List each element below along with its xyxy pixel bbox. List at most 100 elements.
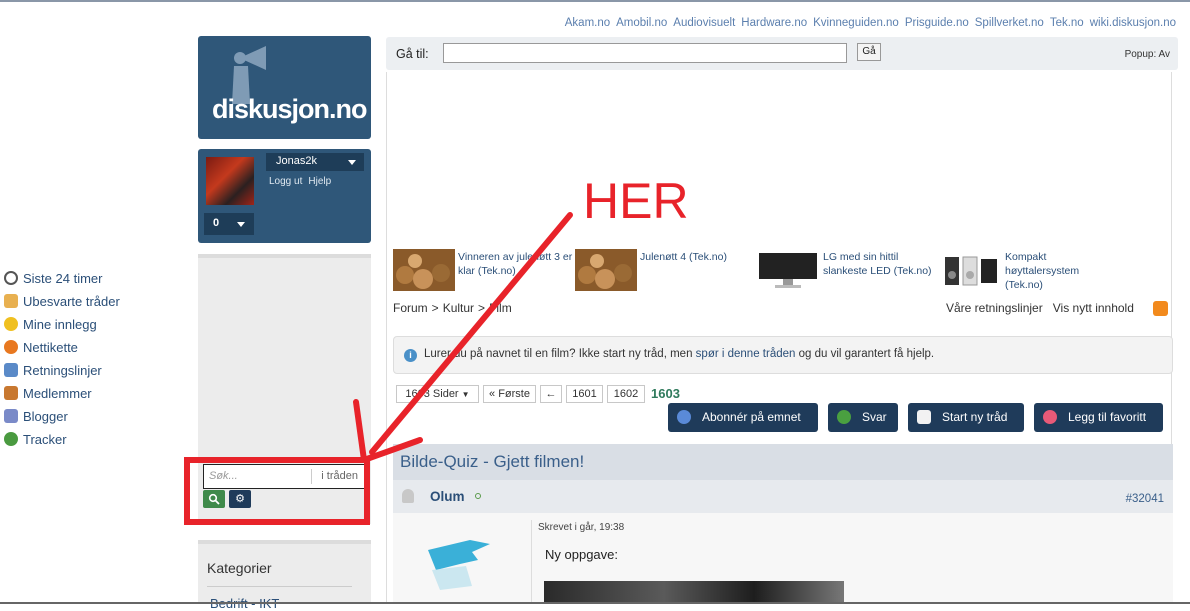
page-link[interactable]: 1602 <box>607 385 645 403</box>
blog-icon <box>4 409 18 423</box>
goto-label: Gå til: <box>396 47 429 61</box>
sidebar-item-retningslinjer[interactable]: Retningslinjer <box>4 360 102 380</box>
breadcrumb: Forum > Kultur > Film <box>393 301 516 315</box>
post-header: Olum #32041 <box>393 480 1173 513</box>
divider <box>531 520 532 604</box>
notification-dropdown[interactable]: 0 <box>204 213 254 235</box>
partner-link[interactable]: Kvinneguiden.no <box>813 17 899 29</box>
sidebar-item-label: Tracker <box>23 431 67 447</box>
breadcrumb-separator: > <box>431 301 439 315</box>
notice-link[interactable]: spør i denne tråden <box>696 348 796 360</box>
notice-text: Lurer du på navnet til en film? Ikke sta… <box>424 348 696 360</box>
rss-icon[interactable] <box>1153 301 1168 316</box>
first-page-button[interactable]: « Første <box>483 385 536 403</box>
partner-link[interactable]: Akam.no <box>565 17 610 29</box>
sidebar-item-blogger[interactable]: Blogger <box>4 406 68 426</box>
news-thumb-nuts[interactable] <box>575 249 637 291</box>
user-icon <box>402 489 414 503</box>
new-thread-label: Start ny tråd <box>942 410 1008 424</box>
sidebar-item-label: Retningslinjer <box>23 362 102 378</box>
sidebar-item-label: Blogger <box>23 408 68 424</box>
partner-link[interactable]: Audiovisuelt <box>673 17 735 29</box>
post-avatar[interactable] <box>426 530 492 596</box>
current-page: 1603 <box>651 386 680 401</box>
breadcrumb-separator: > <box>478 301 486 315</box>
favorite-label: Legg til favoritt <box>1068 410 1147 424</box>
notice-text: og du vil garantert få hjelp. <box>795 348 935 360</box>
news-link[interactable]: Vinneren av julenøtt 3 er klar (Tek.no) <box>458 250 573 278</box>
new-content-link[interactable]: Vis nytt innhold <box>1053 301 1134 315</box>
subscribe-button[interactable]: Abonnér på emnet <box>668 403 818 432</box>
heart-icon <box>1043 410 1057 424</box>
help-link[interactable]: Hjelp <box>308 176 331 187</box>
partner-link[interactable]: Spillverket.no <box>975 17 1044 29</box>
annotation-highlight-box <box>184 457 370 525</box>
breadcrumb-link[interactable]: Kultur <box>443 301 474 315</box>
notification-count: 0 <box>213 217 220 229</box>
username-dropdown[interactable]: Jonas2k <box>266 153 364 171</box>
divider <box>207 586 352 587</box>
post-image[interactable] <box>544 581 844 604</box>
chevron-down-icon: ▼ <box>461 390 470 399</box>
news-link[interactable]: Kompakt høyttalersystem (Tek.no) <box>1005 250 1115 292</box>
clock-icon <box>4 271 18 285</box>
post-author[interactable]: Olum <box>430 489 465 504</box>
header-right-links: Våre retningslinjer Vis nytt innhold <box>946 301 1134 315</box>
partner-link[interactable]: Tek.no <box>1050 17 1084 29</box>
post-text: Ny oppgave: <box>545 547 618 562</box>
chevron-down-icon <box>348 160 356 165</box>
thread-title: Bilde-Quiz - Gjett filmen! <box>400 452 585 471</box>
partner-link[interactable]: Hardware.no <box>741 17 807 29</box>
sidebar-item-mine-innlegg[interactable]: Mine innlegg <box>4 314 97 334</box>
new-document-icon <box>917 410 931 424</box>
logout-link[interactable]: Logg ut <box>269 176 302 187</box>
prev-page-button[interactable]: ← <box>540 385 562 403</box>
envelope-icon <box>4 294 18 308</box>
partner-link[interactable]: wiki.diskusjon.no <box>1090 17 1176 29</box>
partner-links: Akam.no Amobil.no Audiovisuelt Hardware.no K… <box>559 17 1176 29</box>
news-link[interactable]: LG med sin hittil slankeste LED (Tek.no) <box>823 250 933 278</box>
online-status-icon <box>475 493 481 499</box>
avatar[interactable] <box>206 157 254 205</box>
sidebar-item-label: Ubesvarte tråder <box>23 293 120 309</box>
site-logo[interactable]: diskusjon.no <box>198 36 371 139</box>
favorite-button[interactable]: Legg til favoritt <box>1034 403 1163 432</box>
goto-button[interactable]: Gå <box>857 43 881 61</box>
goto-input[interactable] <box>443 43 847 63</box>
sidebar-item-ubesvarte[interactable]: Ubesvarte tråder <box>4 291 120 311</box>
info-notice: i Lurer du på navnet til en film? Ikke s… <box>393 336 1173 374</box>
partner-link[interactable]: Prisguide.no <box>905 17 969 29</box>
members-icon <box>4 386 18 400</box>
categories-title: Kategorier <box>207 560 272 576</box>
new-thread-button[interactable]: Start ny tråd <box>908 403 1024 432</box>
pages-label: 1603 Sider <box>405 388 459 400</box>
sidebar-item-siste-24-timer[interactable]: Siste 24 timer <box>4 268 102 288</box>
smiley-icon <box>4 317 18 331</box>
broadcast-icon <box>677 410 691 424</box>
guidelines-link[interactable]: Våre retningslinjer <box>946 301 1043 315</box>
sidebar-item-label: Medlemmer <box>23 385 92 401</box>
pages-dropdown[interactable]: 1603 Sider ▼ <box>396 385 479 403</box>
popup-toggle[interactable]: Popup: Av <box>1125 49 1170 60</box>
username: Jonas2k <box>276 155 317 167</box>
post-number[interactable]: #32041 <box>1126 493 1164 505</box>
post-date: Skrevet i går, 19:38 <box>538 522 625 533</box>
news-thumb-nuts[interactable] <box>393 249 455 291</box>
top-border <box>0 0 1190 2</box>
thread-header: Bilde-Quiz - Gjett filmen! <box>393 444 1173 480</box>
breadcrumb-link[interactable]: Film <box>489 301 512 315</box>
goto-bar: Gå til: Gå Popup: Av <box>386 37 1178 70</box>
news-thumb-speakers[interactable] <box>939 249 1001 291</box>
sidebar-item-label: Mine innlegg <box>23 316 97 332</box>
sidebar-item-tracker[interactable]: Tracker <box>4 429 67 449</box>
bug-icon <box>4 432 18 446</box>
news-thumb-monitor[interactable] <box>757 249 819 291</box>
partner-link[interactable]: Amobil.no <box>616 17 667 29</box>
sidebar-item-nettikette[interactable]: Nettikette <box>4 337 78 357</box>
sidebar-item-medlemmer[interactable]: Medlemmer <box>4 383 92 403</box>
breadcrumb-link[interactable]: Forum <box>393 301 428 315</box>
news-link[interactable]: Julenøtt 4 (Tek.no) <box>640 250 750 264</box>
user-panel: Jonas2k Logg ut Hjelp 0 <box>198 149 371 243</box>
reply-button[interactable]: Svar <box>828 403 898 432</box>
page-link[interactable]: 1601 <box>566 385 603 403</box>
